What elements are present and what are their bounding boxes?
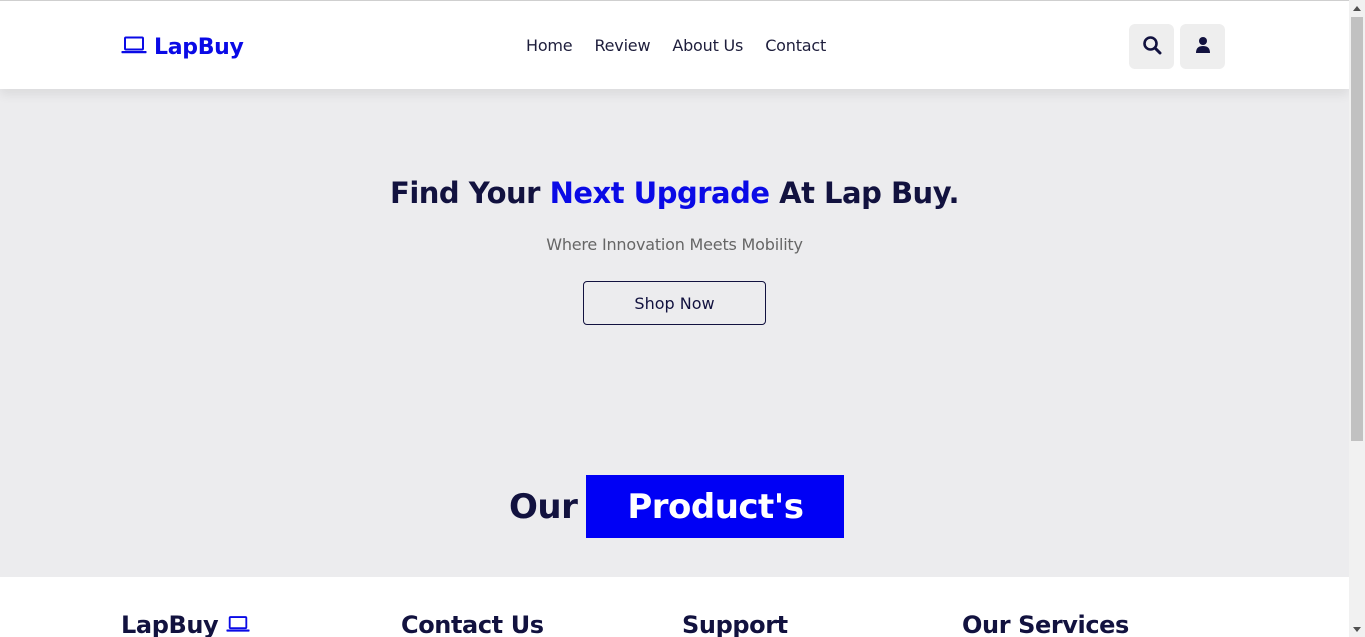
footer-col-support: Support [682,611,788,637]
products-heading-box: Product's [586,475,845,538]
vertical-scrollbar[interactable] [1349,0,1365,637]
footer-brand-name: LapBuy [121,611,219,637]
footer-col-our-services: Our Services [962,611,1129,637]
user-account-button[interactable] [1180,24,1225,69]
hero-title-accent: Next Upgrade [549,176,770,210]
laptop-icon [226,611,250,637]
user-icon [1195,36,1211,58]
nav-about-us[interactable]: About Us [672,36,743,55]
brand-name: LapBuy [154,34,244,60]
main-nav: Home Review About Us Contact [526,36,826,55]
scrollbar-thumb[interactable] [1351,17,1363,441]
products-heading-plain: Our [509,486,578,527]
scroll-up-arrow-icon[interactable] [1349,0,1365,16]
site-footer: LapBuy Contact Us Support Our Services [0,577,1349,637]
search-button[interactable] [1129,24,1174,69]
page: LapBuy Home Review About Us Contact Find… [0,4,1349,637]
site-header: LapBuy Home Review About Us Contact [0,4,1349,89]
nav-home[interactable]: Home [526,36,573,55]
hero-title-post: At Lap Buy. [769,176,959,210]
laptop-icon [121,36,147,58]
products-heading: Our Product's [509,475,845,538]
nav-contact[interactable]: Contact [765,36,826,55]
hero-title-pre: Find Your [390,176,550,210]
footer-col-brand: LapBuy [121,611,250,637]
scroll-down-arrow-icon[interactable] [1349,621,1365,637]
shop-now-button[interactable]: Shop Now [583,281,766,325]
hero-title: Find Your Next Upgrade At Lap Buy. [0,176,1349,210]
nav-review[interactable]: Review [594,36,650,55]
search-icon [1142,35,1162,59]
footer-col-contact-us: Contact Us [401,611,544,637]
hero-subtitle: Where Innovation Meets Mobility [546,235,803,254]
brand-logo[interactable]: LapBuy [121,31,244,63]
